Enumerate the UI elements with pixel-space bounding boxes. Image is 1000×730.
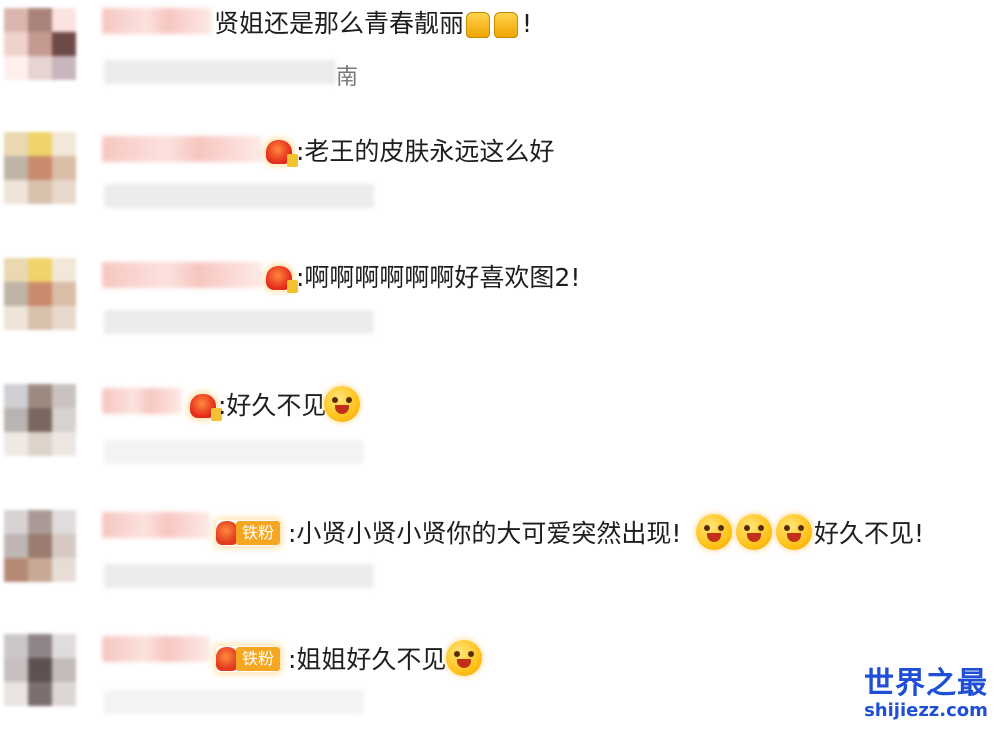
comment-item: 铁粉 :姐姐好久不见 xyxy=(0,630,1000,730)
avatar[interactable] xyxy=(4,8,76,80)
smile-emoji-icon xyxy=(696,514,732,550)
comment-text: 贤姐还是那么青春靓丽 xyxy=(214,9,465,38)
avatar[interactable] xyxy=(4,384,76,456)
avatar[interactable] xyxy=(4,132,76,204)
username-blurred[interactable] xyxy=(102,136,262,162)
avatar[interactable] xyxy=(4,258,76,330)
comment-text-suffix: 好久不见! xyxy=(814,519,925,548)
fan-heart-badge-icon xyxy=(216,647,238,671)
comment-meta-blurred xyxy=(104,310,374,334)
username-blurred[interactable] xyxy=(102,388,182,414)
avatar[interactable] xyxy=(4,634,76,706)
fan-badge-label: 铁粉 xyxy=(236,521,281,545)
fan-heart-badge-icon xyxy=(266,140,298,167)
comment-meta-blurred xyxy=(104,184,374,208)
comment-item: :啊啊啊啊啊啊好喜欢图2! xyxy=(0,254,1000,354)
comment-text: :小贤小贤小贤你的大可爱突然出现! xyxy=(288,519,682,548)
watermark-title: 世界之最 xyxy=(864,666,988,701)
comment-meta-blurred xyxy=(104,60,336,84)
fan-heart-badge-icon xyxy=(266,266,298,293)
thumbs-up-icon xyxy=(466,12,490,38)
avatar[interactable] xyxy=(4,510,76,582)
comment-text: :好久不见 xyxy=(218,391,327,420)
comment-text-suffix: ! xyxy=(522,9,533,38)
smile-emoji-icon xyxy=(324,386,360,422)
comment-item: 贤姐还是那么青春靓丽 ! 南 xyxy=(0,0,1000,100)
comment-text: :姐姐好久不见 xyxy=(288,645,447,674)
username-blurred[interactable] xyxy=(102,8,212,34)
smile-emoji-icon xyxy=(776,514,812,550)
comment-meta-blurred xyxy=(104,564,374,588)
site-watermark: 世界之最 shijiezz.com xyxy=(864,667,988,721)
fan-badge-label: 铁粉 xyxy=(236,647,281,671)
comment-item: :老王的皮肤永远这么好 xyxy=(0,128,1000,228)
comment-text: :啊啊啊啊啊啊好喜欢图2! xyxy=(296,263,581,292)
watermark-url: shijiezz.com xyxy=(864,700,988,721)
username-blurred[interactable] xyxy=(102,262,262,288)
comment-item: 铁粉 :小贤小贤小贤你的大可爱突然出现! 好久不见! xyxy=(0,506,1000,606)
smile-emoji-icon xyxy=(446,640,482,676)
comment-meta-blurred xyxy=(104,440,364,464)
location-text: 南 xyxy=(336,65,359,90)
thumbs-up-icon xyxy=(494,12,518,38)
comment-item: :好久不见 xyxy=(0,380,1000,480)
comment-text: :老王的皮肤永远这么好 xyxy=(296,137,555,166)
smile-emoji-icon xyxy=(736,514,772,550)
fan-heart-badge-icon xyxy=(216,521,238,545)
fan-level-badge: 铁粉 xyxy=(216,520,281,546)
fan-heart-badge-icon xyxy=(190,394,222,421)
username-blurred[interactable] xyxy=(102,512,210,538)
fan-level-badge: 铁粉 xyxy=(216,646,281,672)
comment-meta-blurred xyxy=(104,690,364,714)
username-blurred[interactable] xyxy=(102,636,210,662)
